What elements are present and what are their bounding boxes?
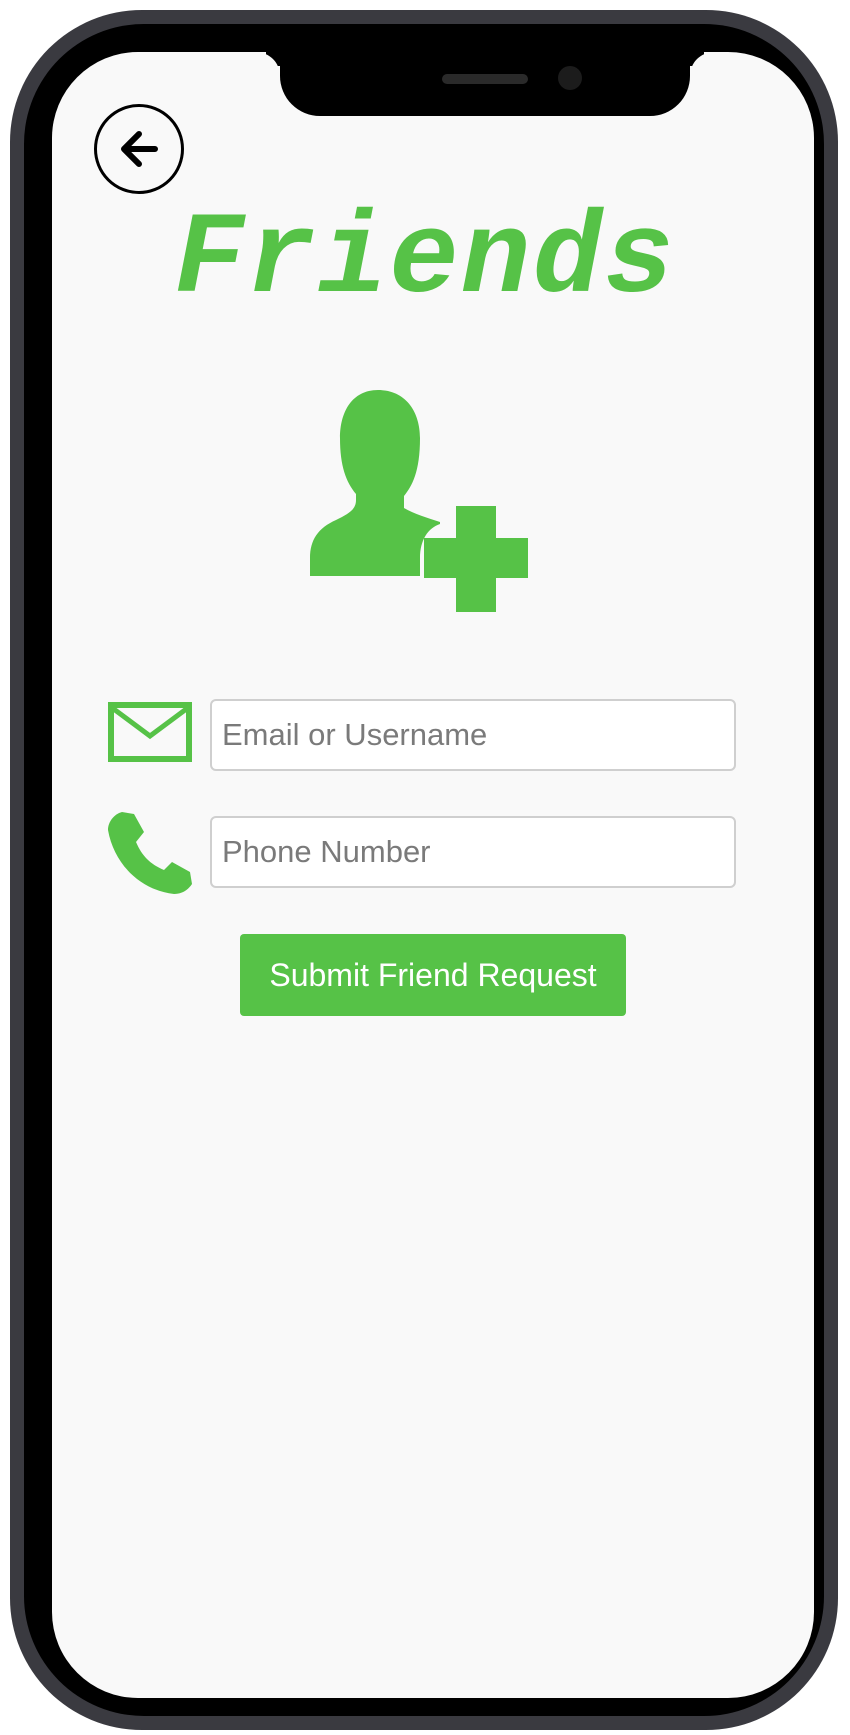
back-button[interactable] bbox=[94, 104, 184, 194]
submit-friend-request-button[interactable]: Submit Friend Request bbox=[240, 934, 626, 1016]
email-username-input[interactable] bbox=[210, 699, 736, 771]
phone-icon bbox=[106, 810, 194, 901]
volume-down-button bbox=[14, 586, 24, 712]
page-title: Friends bbox=[174, 194, 676, 326]
notch bbox=[280, 52, 690, 116]
envelope-icon bbox=[108, 702, 192, 767]
arrow-left-icon bbox=[121, 131, 158, 167]
speaker-grille bbox=[442, 74, 528, 84]
phone-number-input[interactable] bbox=[210, 816, 736, 888]
volume-up-button bbox=[14, 422, 24, 548]
front-camera bbox=[558, 66, 582, 90]
add-user-icon bbox=[308, 390, 558, 617]
